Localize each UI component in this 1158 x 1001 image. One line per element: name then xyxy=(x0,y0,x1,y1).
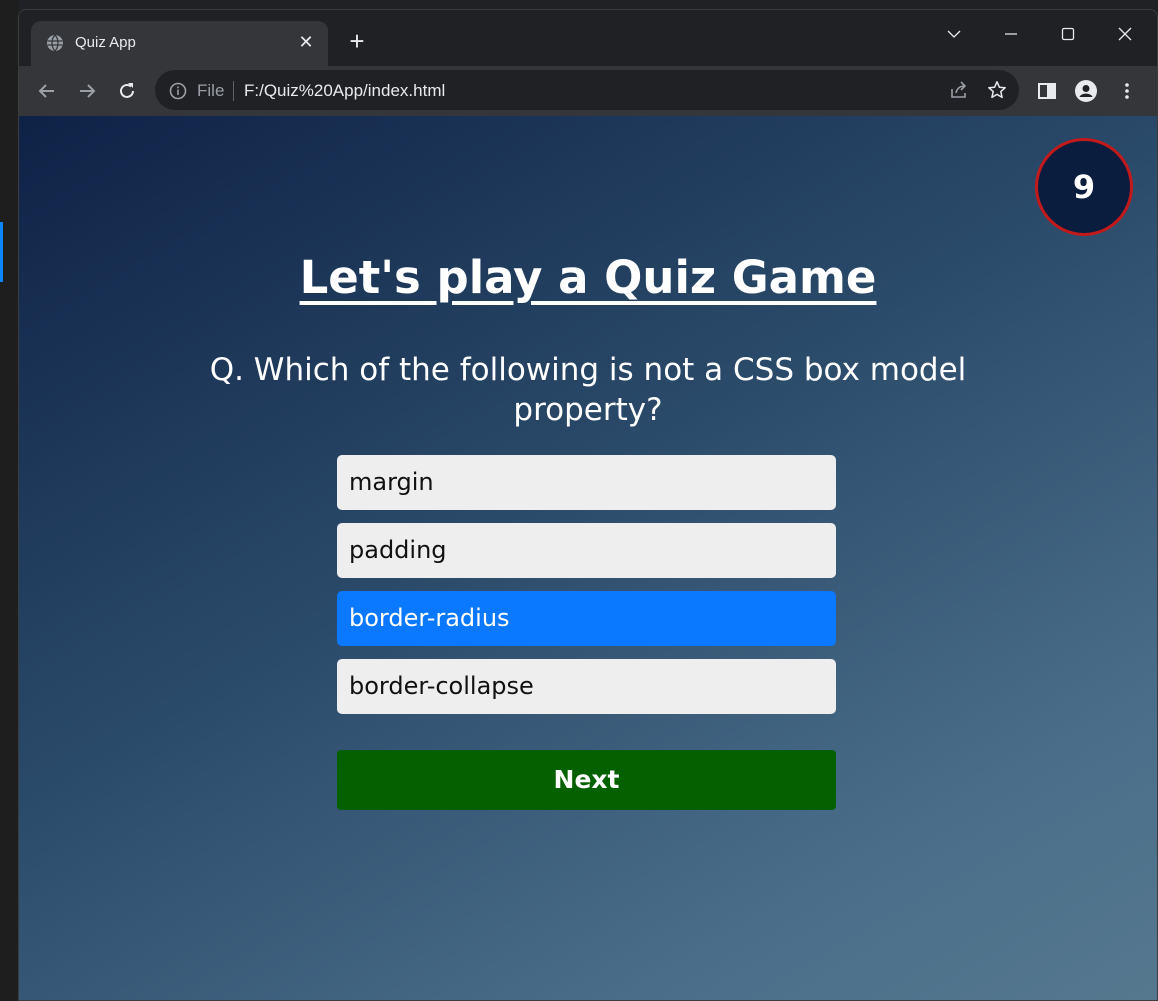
close-window-icon[interactable] xyxy=(1103,18,1147,50)
browser-toolbar: File F:/Quiz%20App/index.html xyxy=(19,66,1157,116)
new-tab-button[interactable]: + xyxy=(343,28,371,56)
chevron-down-icon[interactable] xyxy=(932,18,976,50)
tab-quiz-app[interactable]: Quiz App ✕ xyxy=(31,21,328,66)
editor-edge xyxy=(0,0,18,1001)
maximize-icon[interactable] xyxy=(1046,18,1090,50)
star-icon[interactable] xyxy=(987,80,1007,100)
next-button[interactable]: Next xyxy=(337,750,836,810)
url-separator xyxy=(233,81,234,101)
url-scheme: File xyxy=(197,81,225,100)
quiz-title-text: Let's play a Quiz Game xyxy=(299,251,877,304)
share-icon[interactable] xyxy=(949,80,969,100)
page-viewport: 9 Let's play a Quiz Game Q. Which of the… xyxy=(19,116,1157,1000)
close-tab-icon[interactable]: ✕ xyxy=(294,31,318,55)
address-bar[interactable]: File F:/Quiz%20App/index.html xyxy=(155,70,1019,110)
quiz-title: Let's play a Quiz Game xyxy=(19,251,1157,304)
countdown-timer: 9 xyxy=(1035,138,1133,236)
browser-window: Quiz App ✕ + File F:/Quiz%20App/index.ht… xyxy=(18,9,1158,1001)
minimize-icon[interactable] xyxy=(989,18,1033,50)
answer-options: margin padding border-radius border-coll… xyxy=(337,455,837,727)
side-panel-icon[interactable] xyxy=(1033,77,1061,105)
info-icon[interactable] xyxy=(169,82,187,100)
globe-icon xyxy=(47,34,63,52)
question-text: Q. Which of the following is not a CSS b… xyxy=(209,352,967,428)
tab-title: Quiz App xyxy=(75,34,136,51)
kebab-menu-icon[interactable] xyxy=(1113,77,1141,105)
back-arrow-icon[interactable] xyxy=(33,77,61,105)
forward-arrow-icon[interactable] xyxy=(73,77,101,105)
editor-active-marker xyxy=(0,222,3,282)
option-border-collapse[interactable]: border-collapse xyxy=(337,659,836,714)
title-bar: Quiz App ✕ + xyxy=(19,10,1157,66)
option-padding[interactable]: padding xyxy=(337,523,836,578)
url-text[interactable]: F:/Quiz%20App/index.html xyxy=(244,81,445,101)
profile-icon[interactable] xyxy=(1072,77,1100,105)
option-margin[interactable]: margin xyxy=(337,455,836,510)
option-border-radius[interactable]: border-radius xyxy=(337,591,836,646)
reload-icon[interactable] xyxy=(113,77,141,105)
